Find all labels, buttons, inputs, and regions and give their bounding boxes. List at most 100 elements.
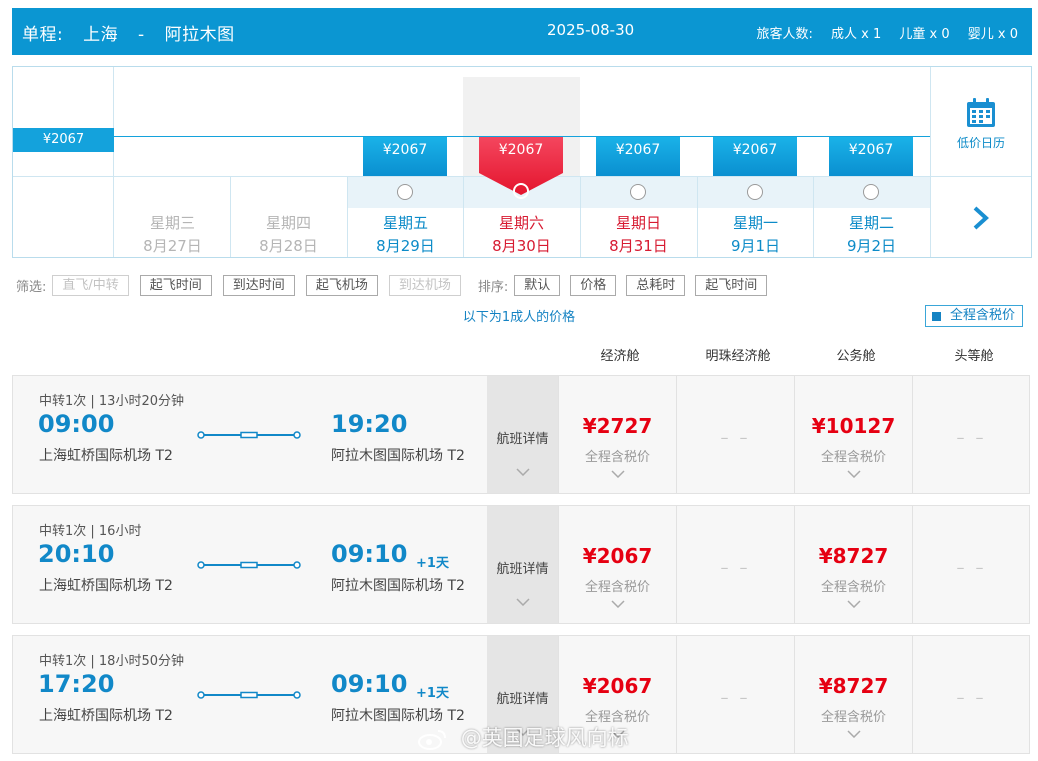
sort-duration[interactable]: 总耗时	[626, 274, 686, 296]
day-weekday: 星期日	[615, 214, 661, 232]
price-note: 以下为1成人的价格	[462, 310, 576, 325]
arrival-airport: 阿拉木图国际机场 T2	[331, 448, 465, 464]
passenger-count: 旅客人数: 成人 x 1 儿童 x 0 婴儿 x 0	[742, 23, 1018, 42]
first-class-price-cell: – –	[912, 636, 1030, 753]
business-price[interactable]: ¥8727	[795, 544, 912, 568]
departure-airport: 上海虹桥国际机场 T2	[39, 448, 173, 464]
filter-departure-airport[interactable]: 起飞机场	[305, 274, 378, 296]
filter-departure-time[interactable]: 起飞时间	[139, 274, 212, 296]
divider	[931, 176, 1031, 177]
cabin-header-economy: 经济舱	[600, 349, 640, 364]
day-radio[interactable]	[747, 184, 763, 200]
day-weekday: 星期三	[149, 214, 195, 232]
unavailable-placeholder: – –	[720, 428, 751, 447]
tax-inclusive-label: 全程含税价	[820, 450, 886, 465]
divider	[13, 176, 114, 177]
day-radio[interactable]	[630, 184, 646, 200]
tax-inclusive-toggle[interactable]: 全程含税价	[925, 305, 1023, 327]
calendar-day-aug28: 星期四 8月28日	[230, 67, 347, 257]
day-price[interactable]: ¥2067	[829, 137, 913, 176]
flight-details-label: 航班详情	[496, 562, 549, 577]
low-price-calendar-link[interactable]: 低价日历	[931, 134, 1031, 151]
economy-price[interactable]: ¥2727	[559, 414, 676, 438]
trip-type: 单程:	[22, 25, 64, 45]
day-price[interactable]: ¥2067	[713, 137, 797, 176]
filter-arrival-time[interactable]: 到达时间	[222, 274, 295, 296]
day-price[interactable]: ¥2067	[596, 137, 680, 176]
business-price-cell[interactable]: ¥8727 全程含税价	[794, 636, 912, 753]
day-date: 8月27日	[143, 237, 202, 255]
tax-inclusive-label: 全程含税价	[584, 580, 650, 595]
day-date: 8月29日	[376, 237, 435, 255]
chevron-right-icon[interactable]	[971, 205, 991, 231]
watermark-text: @英国足球风向标	[460, 726, 629, 750]
chevron-down-icon	[516, 468, 530, 476]
filter-sort-bar: 筛选: 直飞/中转 起飞时间 到达时间 起飞机场 到达机场 排序: 默认 价格 …	[16, 274, 777, 296]
chevron-down-icon[interactable]	[847, 730, 861, 738]
premium-economy-price-cell: – –	[676, 636, 794, 753]
filter-label: 筛选:	[16, 279, 47, 295]
business-price-cell[interactable]: ¥8727 全程含税价	[794, 506, 912, 623]
first-class-price-cell: – –	[912, 376, 1030, 493]
departure-time: 20:10	[38, 540, 115, 568]
sort-departure-time[interactable]: 起飞时间	[695, 274, 768, 296]
date-price-calendar: ¥2067 星期三 8月27日 星期四 8月28日 ¥2067 星期五 8月29…	[12, 66, 1032, 258]
calendar-icon[interactable]	[965, 97, 997, 129]
day-date: 8月30日	[492, 237, 551, 255]
business-price-cell[interactable]: ¥10127 全程含税价	[794, 376, 912, 493]
premium-economy-price-cell: – –	[676, 506, 794, 623]
economy-price-cell[interactable]: ¥2067 全程含税价	[558, 506, 676, 623]
destination-city: 阿拉木图	[164, 25, 235, 45]
calendar-day-aug30-selected[interactable]: ¥2067 星期六 8月30日	[463, 67, 580, 257]
chevron-down-icon[interactable]	[611, 470, 625, 478]
transfer-info: 中转1次 | 18小时50分钟	[39, 654, 184, 669]
calendar-day-aug31[interactable]: ¥2067 星期日 8月31日	[580, 67, 697, 257]
calendar-day-sep1[interactable]: ¥2067 星期一 9月1日	[697, 67, 814, 257]
chevron-down-icon[interactable]	[847, 600, 861, 608]
calendar-side-panel: 低价日历	[930, 67, 1031, 257]
departure-time: 09:00	[38, 410, 115, 438]
day-date: 8月28日	[259, 237, 318, 255]
first-class-price-cell: – –	[912, 506, 1030, 623]
economy-price[interactable]: ¥2067	[559, 544, 676, 568]
chevron-down-icon	[516, 598, 530, 606]
calendar-day-aug29[interactable]: ¥2067 星期五 8月29日	[347, 67, 464, 257]
cabin-header-first: 头等舱	[954, 349, 994, 364]
economy-price-cell[interactable]: ¥2727 全程含税价	[558, 376, 676, 493]
departure-airport: 上海虹桥国际机场 T2	[39, 708, 173, 724]
day-radio[interactable]	[397, 184, 413, 200]
filter-direct-transfer[interactable]: 直飞/中转	[52, 274, 129, 296]
chevron-down-icon[interactable]	[611, 600, 625, 608]
unavailable-placeholder: – –	[956, 558, 987, 577]
business-price[interactable]: ¥8727	[795, 674, 912, 698]
transfer-info: 中转1次 | 13小时20分钟	[39, 394, 184, 409]
business-price[interactable]: ¥10127	[795, 414, 912, 438]
next-day-badge: +1天	[416, 556, 449, 571]
flight-route-icon	[197, 691, 301, 699]
tax-inclusive-label: 全程含税价	[820, 710, 886, 725]
calendar-day-aug27: 星期三 8月27日	[114, 67, 231, 257]
flight-route-icon	[197, 561, 301, 569]
day-radio-selected[interactable]	[513, 183, 529, 199]
economy-price[interactable]: ¥2067	[559, 674, 676, 698]
origin-city: 上海	[83, 25, 119, 45]
chevron-down-icon[interactable]	[847, 470, 861, 478]
sort-price[interactable]: 价格	[570, 274, 617, 296]
calendar-day-sep2[interactable]: ¥2067 星期二 9月2日	[813, 67, 930, 257]
flight-row: 中转1次 | 13小时20分钟 09:00 上海虹桥国际机场 T2 19:20 …	[12, 375, 1030, 494]
sort-label: 排序:	[477, 279, 509, 295]
flight-row: 中转1次 | 16小时 20:10 上海虹桥国际机场 T2 09:10 +1天 …	[12, 505, 1030, 624]
day-radio[interactable]	[863, 184, 879, 200]
flight-details-button[interactable]: 航班详情	[487, 506, 558, 623]
flight-details-button[interactable]: 航班详情	[487, 376, 558, 493]
departure-time: 17:20	[38, 670, 115, 698]
tax-toggle-label: 全程含税价	[950, 308, 1016, 323]
day-price[interactable]: ¥2067	[363, 137, 447, 176]
day-weekday: 星期一	[732, 214, 778, 232]
arrival-time: 09:10	[331, 540, 408, 568]
adult-count: 成人 x 1	[831, 27, 882, 42]
sort-default[interactable]: 默认	[514, 274, 561, 296]
filter-arrival-airport[interactable]: 到达机场	[388, 274, 461, 296]
unavailable-placeholder: – –	[956, 688, 987, 707]
watermark: @英国足球风向标	[418, 722, 629, 752]
